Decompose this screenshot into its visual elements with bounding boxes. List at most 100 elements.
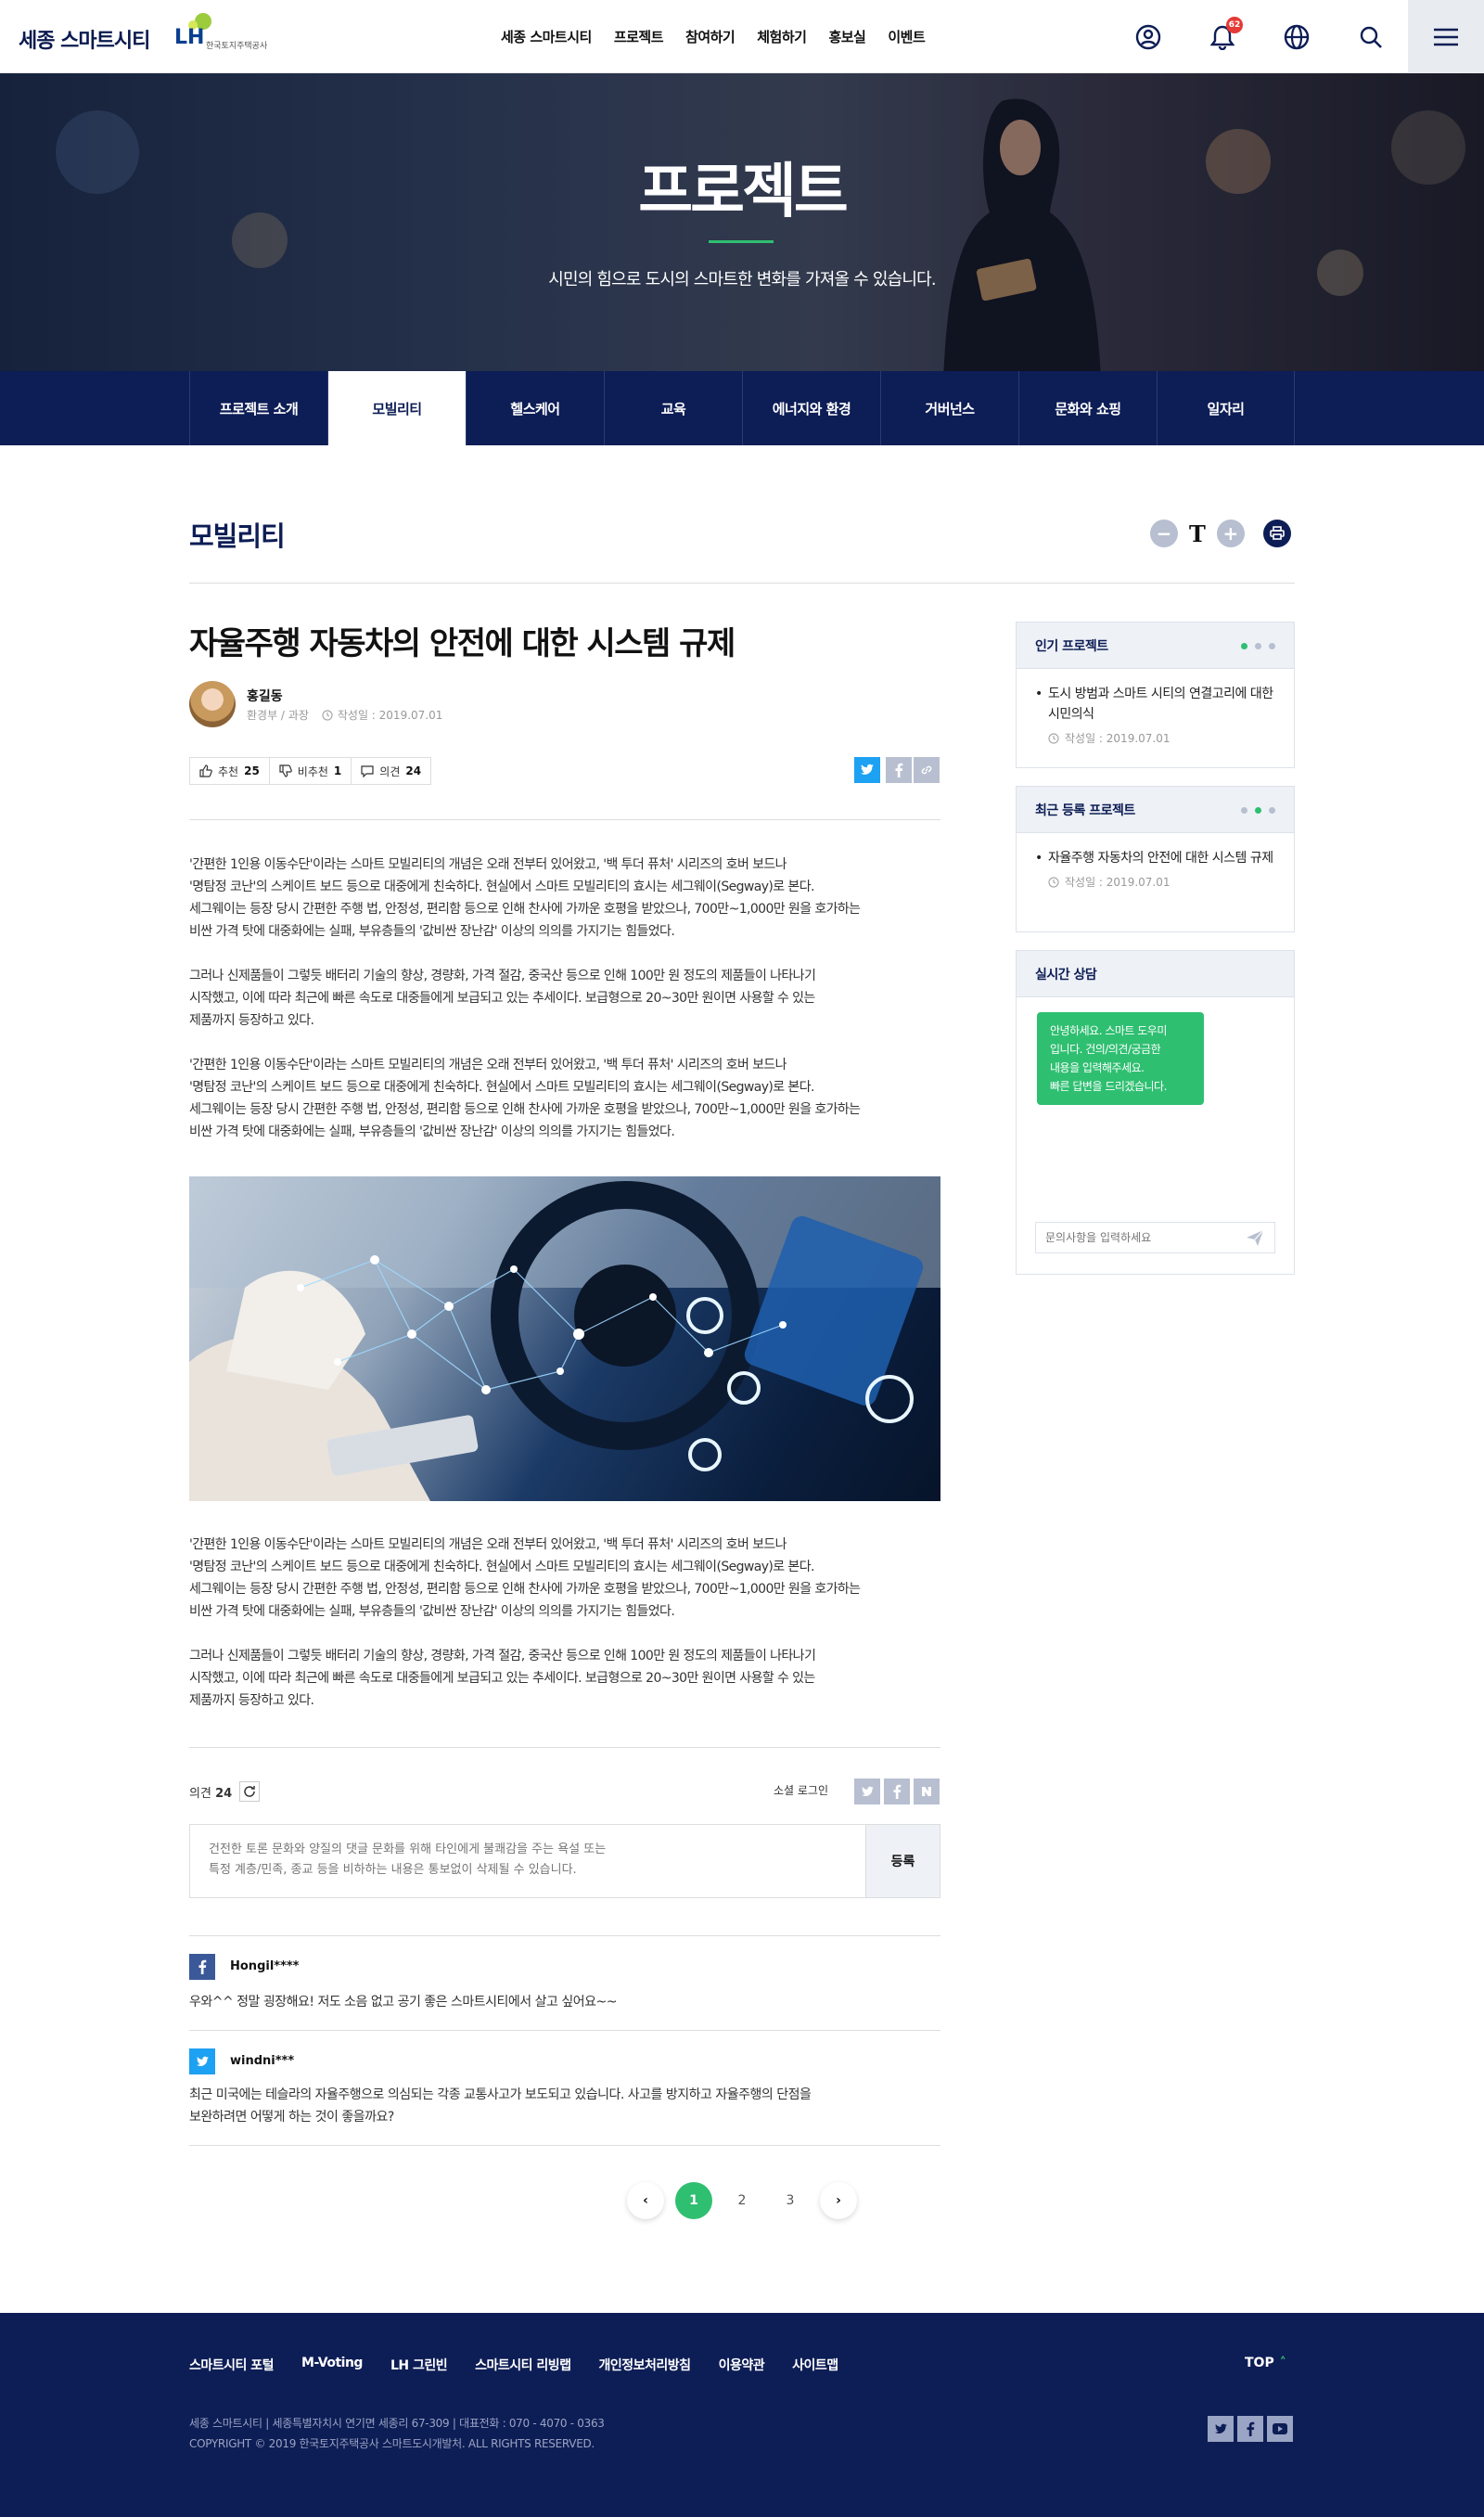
- carousel-dot[interactable]: [1241, 807, 1247, 814]
- social-login-naver[interactable]: [914, 1779, 940, 1804]
- site-header: 세종 스마트시티 LH 한국토지주택공사 세종 스마트시티 프로젝트 참여하기 …: [0, 0, 1484, 73]
- page-1[interactable]: 1: [675, 2182, 712, 2219]
- share-twitter-button[interactable]: [854, 757, 880, 783]
- footer-link-mvoting[interactable]: M-Voting: [301, 2356, 363, 2374]
- lh-mark: LH: [174, 26, 205, 49]
- youtube-icon: [1273, 2423, 1287, 2434]
- tab-governance[interactable]: 거버넌스: [880, 371, 1018, 445]
- chat-bubble: 안녕하세요. 스마트 도우미 입니다. 건의/의견/궁금한 내용을 입력해주세요…: [1037, 1012, 1204, 1105]
- tab-culture-shopping[interactable]: 문화와 쇼핑: [1018, 371, 1157, 445]
- twitter-icon: [189, 2048, 215, 2074]
- comments-header: 의견 24: [189, 1781, 261, 1802]
- print-button[interactable]: [1262, 520, 1291, 547]
- page-2[interactable]: 2: [723, 2182, 761, 2219]
- comment-user: windni***: [230, 2054, 295, 2068]
- tab-education[interactable]: 교육: [604, 371, 742, 445]
- font-increase-button[interactable]: +: [1216, 520, 1245, 547]
- footer-link-sitemap[interactable]: 사이트맵: [792, 2356, 838, 2374]
- carousel-dot[interactable]: [1269, 807, 1275, 814]
- carousel-dot[interactable]: [1269, 643, 1275, 649]
- footer-address: 세종 스마트시티 | 세종특별자치시 연기면 세종리 67-309 | 대표전화…: [189, 2417, 605, 2430]
- tab-energy-environment[interactable]: 에너지와 환경: [742, 371, 880, 445]
- panel-title: 최근 등록 프로젝트: [1035, 803, 1135, 818]
- author-name: 홍길동: [247, 689, 283, 704]
- main-nav: 세종 스마트시티 프로젝트 참여하기 체험하기 홍보실 이벤트: [501, 0, 926, 73]
- notification-button[interactable]: 62: [1185, 0, 1260, 73]
- like-label: 추천: [218, 764, 239, 778]
- twitter-icon: [861, 1786, 874, 1796]
- chat-input[interactable]: [1035, 1222, 1275, 1253]
- nav-participate[interactable]: 참여하기: [685, 27, 736, 46]
- article-divider: [189, 819, 940, 820]
- thumbs-up-icon: [199, 764, 212, 777]
- social-login-facebook[interactable]: [884, 1779, 910, 1804]
- popular-project-date: 작성일 : 2019.07.01: [1065, 732, 1171, 745]
- footer-link-livinglab[interactable]: 스마트시티 리빙랩: [475, 2356, 571, 2374]
- twitter-icon: [861, 764, 874, 775]
- comments-divider: [189, 1747, 940, 1748]
- carousel-dot[interactable]: [1241, 643, 1247, 649]
- search-button[interactable]: [1334, 0, 1408, 73]
- font-decrease-button[interactable]: −: [1150, 520, 1178, 547]
- nav-experience[interactable]: 체험하기: [757, 27, 807, 46]
- lh-logo[interactable]: LH 한국토지주택공사: [174, 13, 286, 54]
- page-3[interactable]: 3: [772, 2182, 809, 2219]
- article-paragraph: '간편한 1인용 이동수단'이라는 스마트 모빌리티의 개념은 오래 전부터 있…: [189, 1058, 861, 1139]
- next-page-button[interactable]: ›: [820, 2182, 857, 2219]
- footer-link-privacy[interactable]: 개인정보처리방침: [599, 2356, 692, 2374]
- footer-copyright: COPYRIGHT © 2019 한국토지주택공사 스마트도시개발처. ALL …: [189, 2437, 595, 2450]
- panel-title: 인기 프로젝트: [1035, 638, 1108, 654]
- send-icon[interactable]: [1245, 1227, 1265, 1248]
- comment-divider: [189, 2030, 940, 2031]
- tab-jobs[interactable]: 일자리: [1157, 371, 1295, 445]
- avatar: [189, 681, 236, 727]
- footer-facebook-button[interactable]: [1237, 2416, 1263, 2442]
- top-label: TOP: [1245, 2356, 1274, 2370]
- carousel-dot[interactable]: [1255, 643, 1261, 649]
- article-title: 자율주행 자동차의 안전에 대한 시스템 규제: [189, 625, 736, 662]
- footer-link-terms[interactable]: 이용약관: [719, 2356, 765, 2374]
- copy-link-button[interactable]: [914, 757, 940, 783]
- comment-submit-button[interactable]: 등록: [865, 1825, 940, 1897]
- comments-list-divider: [189, 1935, 940, 1936]
- nav-pr[interactable]: 홍보실: [828, 27, 865, 46]
- prev-page-button[interactable]: ‹: [627, 2182, 664, 2219]
- dislike-button[interactable]: 비추천 1: [270, 758, 352, 784]
- chevron-up-icon: ˄: [1279, 2356, 1286, 2370]
- nav-event[interactable]: 이벤트: [888, 27, 925, 46]
- nav-sejong-smartcity[interactable]: 세종 스마트시티: [501, 27, 592, 46]
- scroll-top-button[interactable]: TOP ˄: [1245, 2356, 1286, 2370]
- site-logo[interactable]: 세종 스마트시티: [19, 24, 150, 54]
- language-button[interactable]: [1260, 0, 1334, 73]
- menu-button[interactable]: [1408, 0, 1484, 73]
- footer-twitter-button[interactable]: [1208, 2416, 1234, 2442]
- article-paragraph: 그러나 신제품들이 그렇듯 배터리 기술의 향상, 경량화, 가격 절감, 중국…: [189, 969, 816, 1028]
- footer-youtube-button[interactable]: [1267, 2416, 1293, 2442]
- menu-icon: [1434, 28, 1458, 45]
- facebook-icon: [189, 1954, 215, 1980]
- footer-link-portal[interactable]: 스마트시티 포털: [189, 2356, 275, 2374]
- tab-mobility[interactable]: 모빌리티: [327, 371, 466, 445]
- facebook-icon: [893, 1784, 902, 1799]
- author-meta: 환경부 / 과장 작성일 : 2019.07.01: [247, 707, 442, 723]
- tab-healthcare[interactable]: 헬스케어: [466, 371, 604, 445]
- facebook-icon: [1247, 2421, 1255, 2436]
- article-paragraph: '간편한 1인용 이동수단'이라는 스마트 모빌리티의 개념은 오래 전부터 있…: [189, 1537, 861, 1619]
- like-button[interactable]: 추천 25: [190, 758, 270, 784]
- recent-project-link[interactable]: 자율주행 자동차의 안전에 대한 시스템 규제: [1035, 848, 1275, 868]
- hero-banner: 프로젝트 시민의 힘으로 도시의 스마트한 변화를 가져올 수 있습니다.: [0, 73, 1484, 371]
- comment-input[interactable]: [190, 1825, 867, 1897]
- refresh-comments-button[interactable]: [239, 1781, 261, 1802]
- carousel-dot[interactable]: [1255, 807, 1261, 814]
- share-facebook-button[interactable]: [886, 757, 912, 783]
- tab-project-intro[interactable]: 프로젝트 소개: [189, 371, 327, 445]
- footer-links: 스마트시티 포털 M-Voting LH 그린빈 스마트시티 리빙랩 개인정보처…: [189, 2356, 838, 2374]
- popular-project-link[interactable]: 도시 방범과 스마트 시티의 연결고리에 대한 시민의식: [1035, 684, 1275, 725]
- recent-project-date: 작성일 : 2019.07.01: [1065, 876, 1171, 889]
- nav-project[interactable]: 프로젝트: [614, 27, 664, 46]
- social-login-twitter[interactable]: [854, 1779, 880, 1804]
- user-button[interactable]: [1111, 0, 1185, 73]
- comment-divider: [189, 2145, 940, 2146]
- footer-link-greenbean[interactable]: LH 그린빈: [390, 2356, 448, 2374]
- comment-count-button[interactable]: 의견 24: [352, 758, 430, 784]
